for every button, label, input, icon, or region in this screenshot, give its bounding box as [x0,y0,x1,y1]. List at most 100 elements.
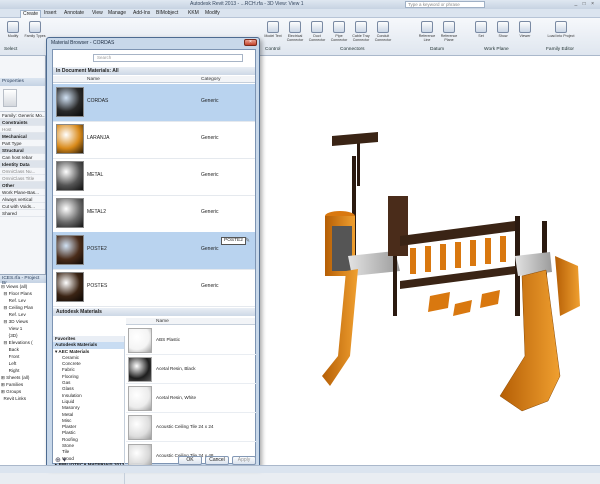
cable-tray-icon [355,21,367,33]
window-controls[interactable]: _ □ × [575,1,597,7]
property-section[interactable]: Constraints [0,119,45,126]
tree-item[interactable]: Front [0,353,46,360]
tree-item[interactable]: ⊞ Families [0,381,46,388]
library-material-row[interactable]: Acetal Resin, White [126,384,256,413]
material-row[interactable]: METAL Generic [53,158,255,196]
show-button[interactable]: Show [492,21,514,45]
pipe-connector-button[interactable]: Pipe Connector [328,21,350,45]
properties-rows: Constraints Host Mechanical Part Type Struct… [0,119,45,217]
modify-button[interactable]: Modify [2,21,24,45]
property-section[interactable]: Structural [0,147,45,154]
tree-item[interactable]: {3D} [0,332,46,339]
tree-item[interactable]: ⊟ 3D Views [0,318,46,325]
reference-line-button[interactable]: Reference Line [416,21,438,45]
model-text-button[interactable]: Model Text [262,21,284,45]
cable-tray-connector-button[interactable]: Cable Tray Connector [350,21,372,45]
tree-item[interactable]: ⊞ Groups [0,388,46,395]
property-row[interactable]: Part Type [0,140,45,147]
property-row[interactable]: Cut with Voids... [0,203,45,210]
material-row[interactable]: LARANJA Generic [53,121,255,159]
ok-button[interactable]: OK [178,456,202,465]
cancel-button[interactable]: Cancel [205,456,229,465]
reference-plane-button[interactable]: Reference Plane [438,21,460,45]
tree-item[interactable]: Right [0,367,46,374]
tree-item[interactable]: ⊟ Views (all) [0,283,46,290]
group-work-plane: Work Plane [484,47,509,52]
tree-item[interactable]: Revit Links [0,395,46,402]
material-row[interactable]: POSTES Generic [53,269,255,307]
property-row[interactable]: OmniClass Nu... [0,168,45,175]
family-type-label[interactable]: Family: Generic Mo... [0,112,45,119]
tab-kkm[interactable]: KKM [186,10,201,17]
material-name: METAL2 [87,209,107,215]
family-types-button[interactable]: Family Types [24,21,46,45]
tree-item[interactable]: ⊟ Floor Plans [0,290,46,297]
window-title: Autodesk Revit 2013 - ...RCH.rfa - 3D Vi… [190,1,304,7]
dialog-title: Material Browser - CORDAS [51,40,115,46]
group-control: Control [265,47,281,52]
material-category: Generic [201,246,219,252]
tab-create[interactable]: Create [20,10,42,18]
project-browser-header: ICES.rfa - Project Br [0,275,46,286]
group-connectors: Connectors [340,47,365,52]
tab-insert[interactable]: Insert [42,10,59,17]
set-button[interactable]: Set [470,21,492,45]
property-section[interactable]: Mechanical [0,133,45,140]
library-material-row[interactable]: ABS Plastic [126,326,256,355]
search-input[interactable]: Search [93,54,243,62]
category-column-header[interactable]: Category [201,77,220,82]
tab-annotate[interactable]: Annotate [62,10,86,17]
rock-panel [555,256,580,316]
property-section[interactable]: Other [0,182,45,189]
close-icon[interactable]: × [244,39,257,46]
library-material-row[interactable]: Acetal Resin, Black [126,355,256,384]
apply-button[interactable]: Apply [232,456,256,465]
property-row[interactable]: OmniClass Title [0,175,45,182]
material-row[interactable]: CORDAS Generic [53,84,255,122]
property-section[interactable]: Identity Data [0,161,45,168]
material-name: Acetal Resin, White [156,395,197,400]
project-tree: ⊟ Views (all) ⊟ Floor Plans Ref. Lev ⊟ C… [0,283,46,402]
property-row[interactable]: Can host rebar [0,154,45,161]
material-swatch [56,161,84,191]
property-row[interactable]: Work Plane-Bas... [0,189,45,196]
tree-item[interactable]: Ref. Lev [0,297,46,304]
3d-view-canvas[interactable] [260,56,600,473]
tree-item[interactable]: Ref. Lev [0,311,46,318]
material-swatch [56,235,84,265]
type-selector[interactable] [0,86,45,112]
tree-item[interactable]: Back [0,346,46,353]
library-options-icon[interactable]: ⊕ ▾ [55,456,66,464]
duct-connector-button[interactable]: Duct Connector [306,21,328,45]
conduit-connector-button[interactable]: Conduit Connector [372,21,394,45]
load-into-project-button[interactable]: Load into Project [546,21,576,45]
cursor-icon [7,21,19,33]
help-search-input[interactable]: Type a keyword or phrase [405,1,485,8]
tree-item[interactable]: Left [0,360,46,367]
edit-material-icon[interactable]: ✎ [245,237,250,244]
tree-item[interactable]: ⊟ Elevations ( [0,339,46,346]
material-swatch [56,124,84,154]
material-row[interactable]: METAL2 Generic [53,195,255,233]
tree-item[interactable]: ⊞ Sheets (all) [0,374,46,381]
tab-bimobject[interactable]: BIMobject [154,10,180,17]
tab-manage[interactable]: Manage [106,10,128,17]
library-header[interactable]: Autodesk Materials [53,308,255,316]
tree-item[interactable]: View 1 [0,325,46,332]
name-column-header[interactable]: Name [87,77,100,82]
property-row[interactable]: Host [0,126,45,133]
slide-left [322,269,358,386]
tab-modify[interactable]: Modify [203,10,222,17]
tab-view[interactable]: View [90,10,105,17]
library-column-header: Name [126,318,255,325]
electrical-connector-button[interactable]: Electrical Connector [284,21,306,45]
library-material-row[interactable]: Acoustic Ceiling Tile 24 x 24 [126,413,256,442]
material-swatch [128,386,152,411]
tab-add-ins[interactable]: Add-Ins [131,10,152,17]
tree-item[interactable]: ⊟ Ceiling Plan [0,304,46,311]
library-name-header[interactable]: Name [156,319,169,324]
property-row[interactable]: Shared [0,210,45,217]
document-materials-header[interactable]: In Document Materials: All [53,67,255,75]
viewer-button[interactable]: Viewer [514,21,536,45]
property-row[interactable]: Always vertical [0,196,45,203]
